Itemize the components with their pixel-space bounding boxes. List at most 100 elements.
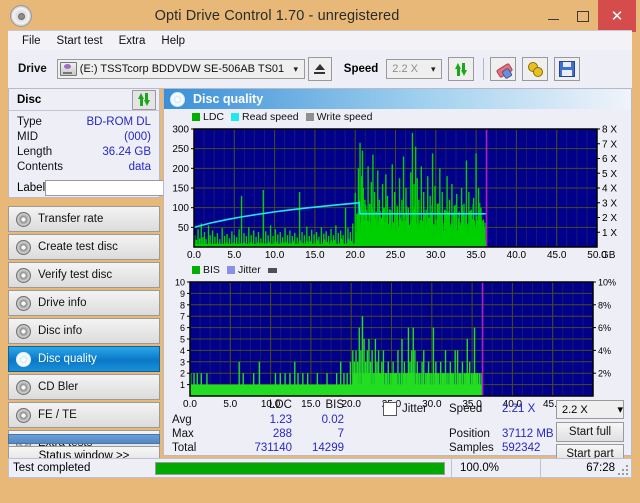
register-button[interactable] — [522, 57, 549, 81]
sidebar-item-disc-quality[interactable]: Disc quality — [8, 346, 160, 372]
refresh-arrows-icon — [454, 62, 468, 76]
svg-text:4 X: 4 X — [602, 184, 617, 195]
disc-icon — [16, 351, 31, 367]
disc-icon — [16, 239, 31, 255]
start-full-button[interactable]: Start full — [556, 422, 624, 442]
disc-row-key: Contents — [17, 161, 64, 173]
progress-bar — [155, 461, 445, 475]
disc-row-type: Type BD-ROM DL — [17, 115, 151, 130]
ldc-chart: 50 100 150 200 250 300 1 X 2 X 3 X 4 X 5 X 6 X 7 X 8 … — [172, 125, 617, 262]
disc-label-row: Label — [17, 178, 249, 198]
svg-text:25.0: 25.0 — [386, 250, 406, 261]
svg-text:300: 300 — [172, 125, 189, 136]
sidebar-item-label: Create test disc — [38, 241, 118, 253]
svg-text:6: 6 — [180, 323, 185, 333]
disc-info-panel: Disc Type BD-ROM DL MID (000) Length 36.… — [8, 88, 249, 198]
svg-text:150: 150 — [172, 184, 189, 195]
disc-panel-header: Disc — [9, 89, 159, 111]
jitter-label: Jitter — [402, 403, 427, 415]
window-controls: ✕ — [538, 0, 636, 32]
drive-select[interactable]: (E:) TSSTcorp BDDVDW SE-506AB TS01 ▾ — [56, 59, 305, 79]
toolbar: Drive (E:) TSSTcorp BDDVDW SE-506AB TS01… — [8, 50, 632, 88]
disc-refresh-button[interactable] — [132, 89, 156, 110]
stats-area: LDC BIS Avg 1.23 0.02 Max 288 7 Total 73… — [164, 399, 631, 464]
svg-text:8 X: 8 X — [602, 125, 617, 136]
disc-info-rows: Type BD-ROM DL MID (000) Length 36.24 GB… — [9, 111, 249, 198]
menu-start-test[interactable]: Start test — [49, 33, 111, 49]
sidebar-item-drive-info[interactable]: Drive info — [8, 290, 160, 316]
stats-value-avg-ldc: 1.23 — [269, 414, 292, 426]
left-panel: Disc Type BD-ROM DL MID (000) Length 36.… — [8, 88, 249, 466]
floppy-disk-icon — [559, 61, 576, 77]
stats-row-key-total: Total — [172, 442, 197, 454]
legend-label-ldc: LDC — [203, 111, 225, 123]
disc-icon — [16, 379, 31, 395]
sidebar-item-label: Disc quality — [38, 353, 97, 365]
disc-row-key: Length — [17, 146, 53, 158]
eject-button[interactable] — [307, 57, 332, 81]
status-text: Test completed — [13, 462, 91, 474]
stats-value-max-ldc: 288 — [272, 428, 292, 440]
legend-swatch-jitter — [226, 266, 235, 274]
test-speed-select[interactable]: 2.2 X ▾ — [556, 400, 624, 419]
refresh-button[interactable] — [448, 57, 475, 81]
disc-row-length: Length 36.24 GB — [17, 145, 151, 160]
test-speed-select-value: 2.2 X — [562, 403, 588, 416]
disc-icon — [16, 211, 31, 227]
jitter-checkbox[interactable] — [383, 402, 397, 416]
svg-text:3: 3 — [180, 357, 185, 367]
ldc-chart-legend: LDC Read speed Write speed — [164, 109, 631, 123]
disc-row-contents: Contents data — [17, 160, 151, 175]
svg-text:5 X: 5 X — [602, 169, 617, 180]
legend-swatch-bis — [192, 266, 200, 274]
resize-grip[interactable] — [618, 465, 628, 475]
speed-select-value: 2.2 X — [392, 63, 418, 75]
speed-stat-value: 2.21 X — [502, 403, 536, 415]
sidebar-item-cd-bler[interactable]: CD Bler — [8, 374, 160, 400]
page-title: Disc quality — [193, 92, 264, 106]
svg-text:7 X: 7 X — [602, 139, 617, 150]
chevron-down-icon: ▾ — [431, 63, 436, 74]
sidebar-item-fe-te[interactable]: FE / TE — [8, 402, 160, 428]
menu-extra[interactable]: Extra — [111, 33, 154, 49]
sidebar-item-transfer-rate[interactable]: Transfer rate — [8, 206, 160, 232]
menu-help[interactable]: Help — [153, 33, 193, 49]
close-button[interactable]: ✕ — [598, 0, 636, 32]
stats-value-avg-bis: 0.02 — [321, 414, 344, 426]
menu-file[interactable]: File — [14, 33, 49, 49]
save-button[interactable] — [554, 57, 581, 81]
minimize-button[interactable] — [538, 3, 568, 29]
drive-label: Drive — [18, 63, 47, 75]
svg-text:35.0: 35.0 — [466, 250, 486, 261]
legend-label-write-speed: Write speed — [316, 111, 373, 123]
svg-text:4%: 4% — [598, 346, 611, 356]
sidebar-item-label: FE / TE — [38, 409, 77, 421]
sidebar-item-label: Disc info — [38, 325, 83, 337]
chevron-down-icon: ▾ — [617, 404, 623, 416]
sidebar-item-disc-info[interactable]: Disc info — [8, 318, 160, 344]
speed-select[interactable]: 2.2 X ▾ — [386, 59, 443, 79]
eject-icon — [314, 64, 326, 74]
bis-chart-legend: BIS Jitter — [164, 263, 631, 276]
stats-row-key-avg: Avg — [172, 414, 192, 426]
sidebar-item-label: Verify test disc — [38, 269, 113, 281]
erase-button[interactable] — [490, 57, 517, 81]
svg-text:200: 200 — [172, 164, 189, 175]
maximize-button[interactable] — [568, 3, 598, 29]
sidebar-item-create-test-disc[interactable]: Create test disc — [8, 234, 160, 260]
svg-text:2: 2 — [180, 369, 185, 379]
sidebar-item-label: Transfer rate — [38, 213, 104, 225]
bis-chart: 123456789102%4%6%8%10%0.0 5.0 10.0 15.0 20.0… — [175, 278, 616, 411]
svg-text:250: 250 — [172, 144, 189, 155]
stats-row-key-max: Max — [172, 428, 194, 440]
key-icon — [527, 62, 543, 77]
sidebar-item-verify-test-disc[interactable]: Verify test disc — [8, 262, 160, 288]
speed-stat-key: Speed — [449, 403, 483, 415]
disc-row-key: Type — [17, 116, 42, 128]
legend-swatch-read-speed — [231, 113, 240, 121]
position-stat-key: Position — [449, 428, 490, 440]
refresh-arrows-icon — [137, 93, 151, 106]
sidebar-item-label: Drive info — [38, 297, 87, 309]
legend-swatch-ldc — [192, 113, 200, 121]
svg-text:1: 1 — [180, 380, 185, 390]
